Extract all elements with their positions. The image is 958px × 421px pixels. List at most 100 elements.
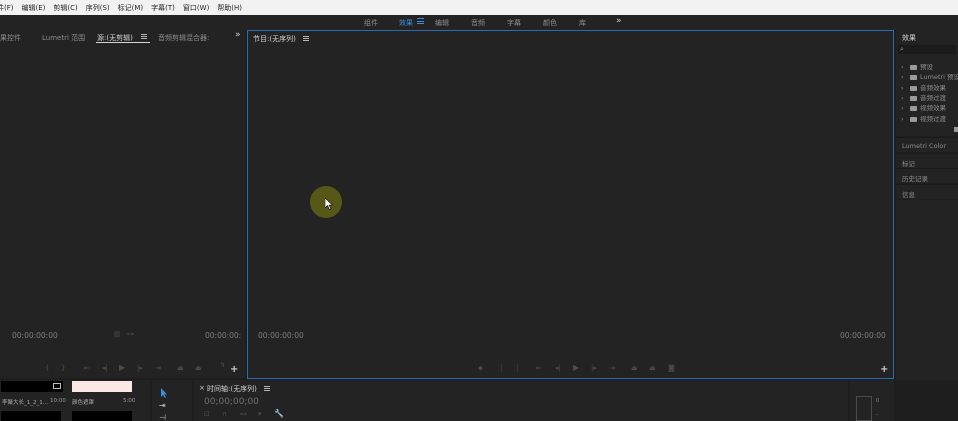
- effects-search-input[interactable]: ⌕: [898, 45, 956, 54]
- step-forward-icon[interactable]: |▸: [137, 364, 143, 372]
- nest-toggle-icon[interactable]: ⊡: [204, 410, 210, 418]
- program-panel-title[interactable]: 节目:(无序列): [253, 34, 296, 44]
- timeline-panel-title[interactable]: 时间轴:(无序列): [207, 384, 257, 394]
- section-lumetri-color[interactable]: Lumetri Color: [896, 137, 958, 152]
- step-back-icon[interactable]: ◂|: [102, 364, 108, 372]
- wrench-icon[interactable]: 🔧: [274, 409, 284, 418]
- folder-icon: [910, 64, 917, 70]
- clip-thumbnail[interactable]: [72, 411, 132, 421]
- workspace-tab-effects[interactable]: 效果: [399, 18, 413, 28]
- expand-arrow-icon[interactable]: ›: [901, 63, 910, 71]
- menu-help[interactable]: 帮助(H): [213, 3, 246, 13]
- timeline-panel-menu-icon[interactable]: [264, 386, 270, 392]
- folder-icon: [910, 95, 917, 101]
- effects-panel-title[interactable]: 效果: [902, 33, 916, 43]
- expand-arrow-icon[interactable]: ›: [901, 84, 910, 92]
- menu-title[interactable]: 字幕(T): [147, 3, 179, 13]
- add-button-icon[interactable]: +: [880, 364, 888, 375]
- effects-folder-audio-transitions[interactable]: › 音频过渡: [901, 92, 946, 102]
- workspace-menu-icon[interactable]: [417, 17, 424, 25]
- play-icon[interactable]: ▶: [573, 363, 579, 372]
- tab-audio-clip-mixer[interactable]: 音频剪辑混合器:: [158, 33, 209, 43]
- go-to-out-icon[interactable]: ⇥: [609, 364, 615, 372]
- settings-icon[interactable]: ⊶: [127, 330, 134, 338]
- effects-folder-lumetri-presets[interactable]: › Lumetri 预设: [901, 71, 958, 81]
- expand-arrow-icon[interactable]: ›: [901, 115, 910, 123]
- expand-arrow-icon[interactable]: ›: [901, 94, 910, 102]
- expand-arrow-icon[interactable]: ›: [901, 73, 910, 81]
- empty-side-panel: [896, 200, 958, 380]
- clip-duration: 10:00: [50, 398, 66, 404]
- workspace-tab-color[interactable]: 颜色: [543, 18, 557, 28]
- workspace-tab-editing[interactable]: 编辑: [435, 18, 449, 28]
- export-frame-icon[interactable]: ↯: [220, 361, 226, 369]
- lift-icon[interactable]: ⏏: [631, 364, 638, 372]
- workspace-tab-captions[interactable]: 字幕: [507, 18, 521, 28]
- folder-icon: [910, 74, 917, 80]
- source-panel-menu-icon[interactable]: [141, 34, 147, 40]
- mark-in-icon[interactable]: |: [500, 364, 502, 372]
- workspace-overflow-icon[interactable]: »: [616, 16, 622, 26]
- close-icon[interactable]: ×: [199, 384, 205, 392]
- add-marker-icon[interactable]: ⬥: [478, 364, 483, 373]
- insert-icon[interactable]: ⏏: [177, 364, 184, 372]
- mark-in-icon[interactable]: {: [45, 364, 49, 372]
- menu-sequence[interactable]: 序列(S): [82, 3, 114, 13]
- timeline-timecode[interactable]: 00;00;00;00: [204, 397, 259, 407]
- overwrite-icon[interactable]: ⏏: [195, 364, 202, 372]
- color-matte-thumbnail[interactable]: [72, 381, 132, 392]
- menu-edit[interactable]: 编辑(E): [18, 3, 50, 13]
- project-panel: 李聚大长_1_2_1... 10:00 颜色遮罩 5:00: [0, 380, 150, 421]
- extract-icon[interactable]: ⏏: [649, 364, 656, 372]
- section-info[interactable]: 信息: [896, 184, 958, 199]
- meter-scale-label: 0: [876, 398, 880, 404]
- workspace-tab-assembly[interactable]: 组件: [364, 18, 378, 28]
- effects-folder-presets[interactable]: › 预设: [901, 61, 933, 71]
- menu-marker[interactable]: 标记(M): [114, 3, 148, 13]
- ripple-edit-tool-icon[interactable]: ⊣: [159, 413, 166, 421]
- menu-window[interactable]: 窗口(W): [179, 3, 213, 13]
- step-back-icon[interactable]: ◂|: [555, 364, 561, 372]
- selection-tool-icon[interactable]: [160, 388, 168, 398]
- track-select-tool-icon[interactable]: ⇥: [159, 401, 166, 410]
- export-frame-icon[interactable]: ◙: [668, 364, 675, 372]
- source-timecode-current[interactable]: 00:00:00:00: [12, 331, 58, 340]
- program-panel: 节目:(无序列) 00:00:00:00 00:00:00:00 ⬥ | | ⇤…: [247, 30, 894, 379]
- effects-folder-video-transitions[interactable]: › 视频过渡: [901, 113, 946, 123]
- panel-scrollbar[interactable]: [954, 127, 958, 132]
- folder-icon: [910, 85, 917, 91]
- go-to-out-icon[interactable]: ⇥: [155, 364, 161, 372]
- effects-folder-audio-effects[interactable]: › 音频效果: [901, 82, 946, 92]
- tab-effect-controls[interactable]: 果控件: [0, 33, 21, 43]
- workspace-tab-audio[interactable]: 音频: [471, 18, 485, 28]
- snap-icon[interactable]: ∩: [222, 410, 227, 418]
- mark-out-icon[interactable]: |: [516, 364, 518, 372]
- mark-out-icon[interactable]: }: [61, 364, 65, 372]
- panel-overflow-icon[interactable]: »: [235, 30, 241, 40]
- play-icon[interactable]: ▶: [119, 363, 125, 372]
- program-panel-menu-icon[interactable]: [303, 36, 309, 42]
- timeline-panel: × 时间轴:(无序列) 00;00;00;00 ⊡ ∩ ⊷ ▾ 🔧: [194, 380, 848, 421]
- tab-lumetri-scopes[interactable]: Lumetri 范围: [42, 33, 85, 43]
- clip-name[interactable]: 李聚大长_1_2_1...: [2, 398, 48, 406]
- clip-thumbnail[interactable]: [1, 411, 61, 421]
- add-button-icon[interactable]: +: [230, 364, 238, 375]
- clip-name[interactable]: 颜色遮罩: [72, 398, 94, 406]
- audio-meter: [856, 396, 872, 421]
- menu-file[interactable]: 件(F): [0, 3, 18, 13]
- linked-selection-icon[interactable]: ⊷: [240, 410, 247, 418]
- go-to-in-icon[interactable]: ⇤: [536, 364, 542, 372]
- fit-select-icon[interactable]: ▥: [114, 330, 121, 338]
- go-to-in-icon[interactable]: ⇤: [84, 364, 90, 372]
- program-timecode-current[interactable]: 00:00:00:00: [258, 331, 304, 340]
- section-history[interactable]: 历史记录: [896, 168, 958, 183]
- workspace-tab-libraries[interactable]: 库: [579, 18, 586, 28]
- audio-meter-panel: 0 -: [850, 380, 894, 421]
- effects-folder-video-effects[interactable]: › 视频效果: [901, 102, 946, 112]
- menu-clip[interactable]: 剪辑(C): [49, 3, 81, 13]
- expand-arrow-icon[interactable]: ›: [901, 104, 910, 112]
- folder-icon: [910, 105, 917, 111]
- step-forward-icon[interactable]: |▸: [591, 364, 597, 372]
- section-markers[interactable]: 标记: [896, 153, 958, 168]
- add-marker-icon[interactable]: ▾: [258, 410, 262, 418]
